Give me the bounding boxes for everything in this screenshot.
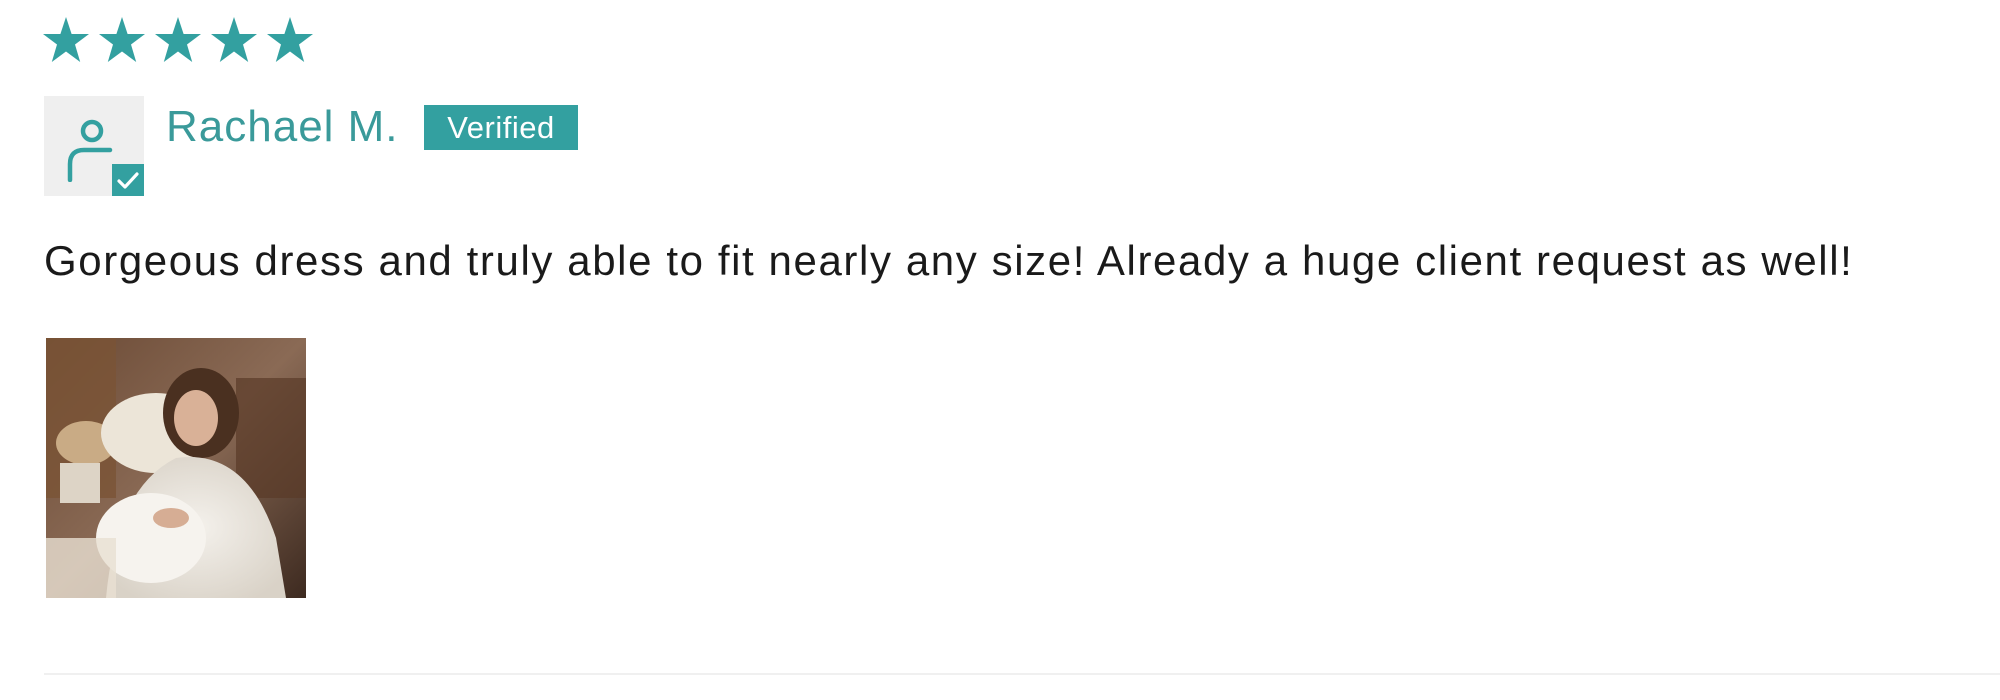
star-icon xyxy=(266,17,322,67)
avatar xyxy=(44,96,144,196)
review-text: Gorgeous dress and truly able to fit nea… xyxy=(44,237,1854,284)
star-icon xyxy=(42,17,98,67)
star-icon xyxy=(98,17,154,67)
star-rating xyxy=(42,17,322,67)
reviewer-name: Rachael M. xyxy=(166,102,399,151)
star-icon xyxy=(154,17,210,67)
review-photo[interactable] xyxy=(46,338,306,598)
review-card: Rachael M. Verified Gorgeous dress and t… xyxy=(0,0,2000,700)
divider xyxy=(44,673,2000,675)
verified-badge: Verified xyxy=(424,105,578,150)
check-icon xyxy=(112,164,144,196)
star-icon xyxy=(210,17,266,67)
